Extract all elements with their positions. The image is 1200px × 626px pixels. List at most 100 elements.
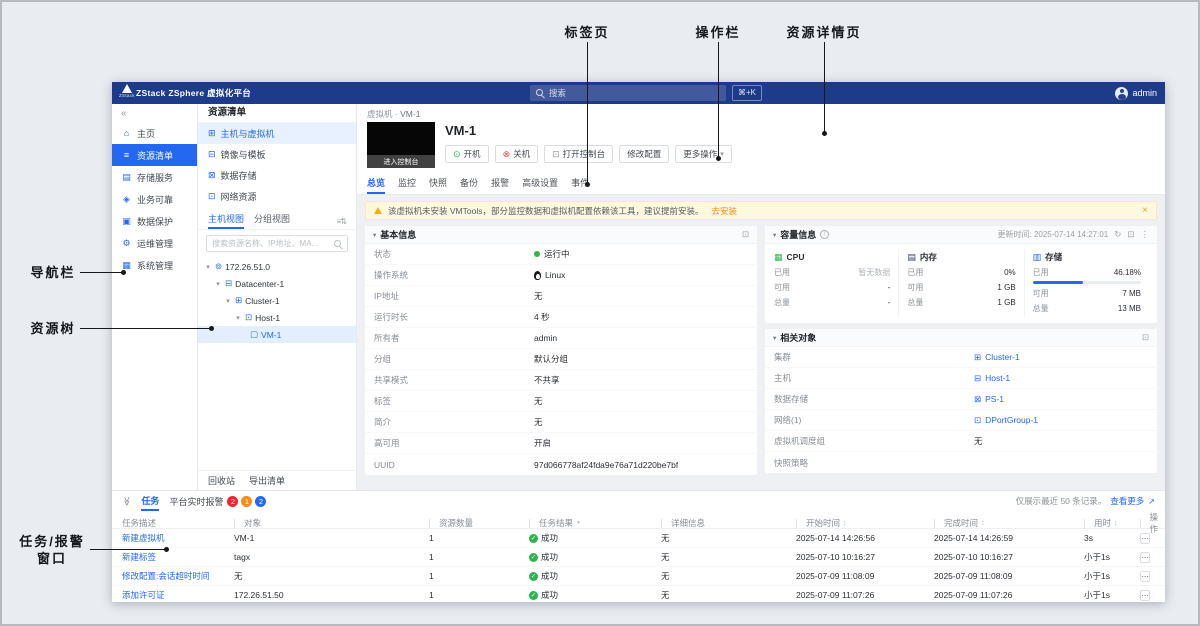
host-icon: ⊡ xyxy=(245,312,252,323)
panel-item-network[interactable]: ⊡ 网络资源 xyxy=(198,186,356,207)
more-actions-button[interactable]: 更多操作 ▾ xyxy=(675,145,732,163)
basic-info-header: 基本信息 ⊡ xyxy=(365,226,757,244)
caret-down-icon[interactable] xyxy=(204,263,212,271)
annotation-actionbar: 操作栏 xyxy=(693,24,743,41)
sort-icon[interactable] xyxy=(981,520,985,527)
row-actions-button[interactable] xyxy=(1140,533,1150,544)
collapse-caret-icon[interactable] xyxy=(773,334,776,342)
recycle-bin-link[interactable]: 回收站 xyxy=(208,474,235,487)
tab-group-view[interactable]: 分组视图 xyxy=(254,212,290,229)
row-actions-button[interactable] xyxy=(1140,571,1150,582)
nav-item-home[interactable]: ⌂ 主页 xyxy=(112,122,197,144)
cluster-link[interactable]: ⊞Cluster-1 xyxy=(974,352,1020,363)
nav-collapse-icon[interactable]: « xyxy=(112,106,197,122)
export-list-link[interactable]: 导出清单 xyxy=(249,474,285,487)
annotation-tabs-line xyxy=(587,42,588,183)
tab-snapshot[interactable]: 快照 xyxy=(429,176,447,194)
console-thumbnail[interactable]: 进入控制台 xyxy=(367,122,435,168)
row-tags: 标签 无 xyxy=(365,391,757,412)
tree-node-vm[interactable]: ▢ VM-1 xyxy=(198,326,356,343)
annotation-actionbar-line xyxy=(718,42,719,157)
kebab-menu-icon[interactable]: ⋮ xyxy=(1141,229,1150,240)
nav-item-business[interactable]: ◈ 业务可靠 xyxy=(112,188,197,210)
annotation-tasks: 任务/报警 窗口 xyxy=(16,533,88,567)
nav-item-ops[interactable]: ⚙ 运维管理 xyxy=(112,232,197,254)
task-link[interactable]: 新建标签 xyxy=(122,551,234,563)
task-rows: 新建虚拟机 VM-1 1 成功 无 2025-07-14 14:26:56 20… xyxy=(112,529,1165,602)
collapse-caret-icon[interactable] xyxy=(373,231,376,239)
power-on-button[interactable]: ⊙ 开机 xyxy=(445,145,489,163)
open-console-button[interactable]: ⊡ 打开控制台 xyxy=(544,145,613,163)
filter-icon[interactable] xyxy=(576,520,581,526)
refresh-icon[interactable]: ↻ xyxy=(1114,229,1121,240)
zstack-logo-text: ZStack xyxy=(119,94,135,99)
power-off-button[interactable]: ⊗ 关机 xyxy=(495,145,539,163)
vm-header-right: VM-1 ⊙ 开机 ⊗ 关机 ⊡ xyxy=(445,122,1155,172)
task-link[interactable]: 修改配置:会话超时时间 xyxy=(122,570,234,582)
row-actions-button[interactable] xyxy=(1140,552,1150,563)
tab-tasks[interactable]: 任务 xyxy=(141,491,159,511)
expand-icon[interactable]: ⊡ xyxy=(1142,332,1149,343)
tab-advanced[interactable]: 高级设置 xyxy=(522,176,558,194)
zstack-logo[interactable]: ZStack xyxy=(119,84,135,99)
tab-overview[interactable]: 总览 xyxy=(367,176,385,194)
tree-node-cluster[interactable]: ⊞ Cluster-1 xyxy=(198,292,356,309)
tab-alerts[interactable]: 报警 xyxy=(491,176,509,194)
row-owner: 所有者 admin xyxy=(365,328,757,349)
expand-icon[interactable]: ⊡ xyxy=(1127,229,1134,240)
storage-service-icon: ▤ xyxy=(121,172,132,183)
row-actions-button[interactable] xyxy=(1140,590,1150,601)
task-link[interactable]: 新建虚拟机 xyxy=(122,532,234,544)
caret-down-icon[interactable] xyxy=(234,314,242,322)
nav-item-resources[interactable]: ≡ 资源清单 xyxy=(112,144,197,166)
row-group: 分组 默认分组 xyxy=(365,349,757,370)
tab-host-view[interactable]: 主机视图 xyxy=(208,212,244,229)
breadcrumb-root[interactable]: 虚拟机 xyxy=(367,109,393,119)
info-icon xyxy=(820,230,829,239)
success-icon xyxy=(529,572,538,581)
user-menu[interactable]: admin xyxy=(1115,82,1157,104)
tab-monitoring[interactable]: 监控 xyxy=(398,176,416,194)
collapse-caret-icon[interactable] xyxy=(773,231,776,239)
tree-node-datacenter[interactable]: ⊟ Datacenter-1 xyxy=(198,275,356,292)
capacity-storage: ▥存储 已用46.18% 可用7 MB 总量13 MB xyxy=(1024,249,1149,316)
ops-gear-icon: ⚙ xyxy=(121,238,132,249)
tree-node-vcenter[interactable]: ⊚ 172.26.51.0 xyxy=(198,258,356,275)
overview-columns: 基本信息 ⊡ 状态 运行中 操作系统 Linux xyxy=(365,226,1157,484)
install-vmtools-link[interactable]: 去安装 xyxy=(711,205,737,217)
host-link[interactable]: ⊟Host-1 xyxy=(974,373,1010,384)
modify-config-button[interactable]: 修改配置 xyxy=(619,145,669,163)
storage-usage-bar xyxy=(1033,281,1141,284)
panel-item-hosts-vms[interactable]: ⊞ 主机与虚拟机 xyxy=(198,123,356,144)
success-icon xyxy=(529,534,538,543)
panel-item-datastore[interactable]: ⊠ 数据存储 xyxy=(198,165,356,186)
annotation-tree-line xyxy=(80,328,211,329)
cluster-icon: ⊞ xyxy=(235,295,242,306)
task-link[interactable]: 添加许可证 xyxy=(122,589,234,601)
cluster-icon: ⊞ xyxy=(974,352,981,363)
global-search-input[interactable]: 搜索 xyxy=(530,85,726,101)
nav-item-storage[interactable]: ▤ 存储服务 xyxy=(112,166,197,188)
close-icon[interactable] xyxy=(1142,206,1148,216)
tab-platform-alerts[interactable]: 平台实时报警 2 1 2 xyxy=(169,495,266,508)
nav-item-data-protection[interactable]: ▣ 数据保护 xyxy=(112,210,197,232)
sort-icon[interactable] xyxy=(1114,520,1118,527)
success-icon xyxy=(529,553,538,562)
panel-item-images[interactable]: ⊟ 镜像与模板 xyxy=(198,144,356,165)
tree-node-host[interactable]: ⊡ Host-1 xyxy=(198,309,356,326)
annotation-detail-line xyxy=(824,42,825,132)
panel-collapse-icon[interactable]: ≫ xyxy=(121,496,132,505)
view-more-link[interactable]: 查看更多 xyxy=(1110,495,1144,507)
tab-backup[interactable]: 备份 xyxy=(460,176,478,194)
enter-console-label[interactable]: 进入控制台 xyxy=(367,155,435,168)
expand-icon[interactable]: ⊡ xyxy=(742,229,749,240)
datastore-icon: ⊠ xyxy=(208,170,216,181)
tree-sort-icon[interactable] xyxy=(337,217,346,229)
tree-search-input[interactable]: 搜索资源名称、IP地址、MA... xyxy=(206,235,348,252)
caret-down-icon[interactable] xyxy=(224,297,232,305)
datastore-link[interactable]: ⊠PS-1 xyxy=(974,394,1004,405)
sort-icon[interactable] xyxy=(843,520,847,527)
network-link[interactable]: ⊡DPortGroup-1 xyxy=(974,415,1038,426)
row-ip: IP地址 无 xyxy=(365,286,757,307)
caret-down-icon[interactable] xyxy=(214,280,222,288)
